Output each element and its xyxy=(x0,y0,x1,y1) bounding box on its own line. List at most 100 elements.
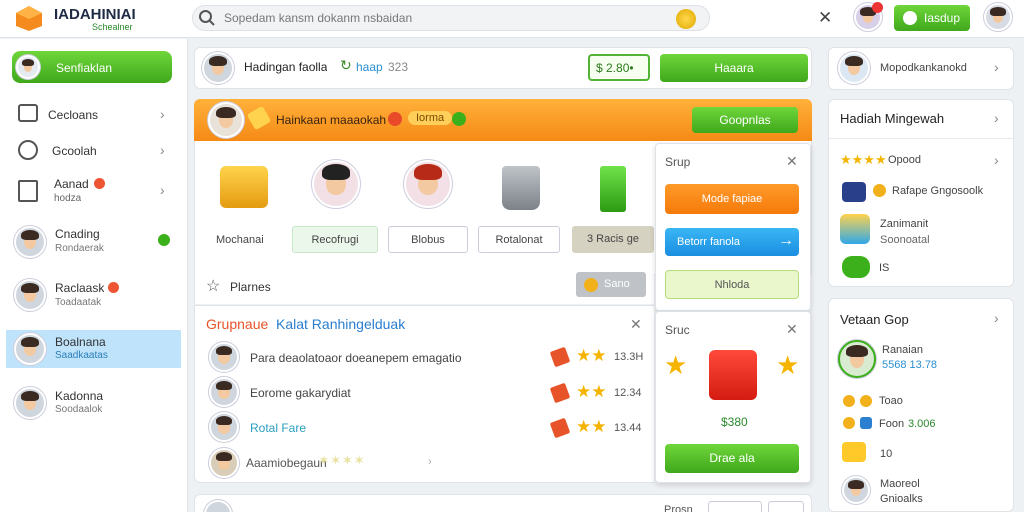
user-avatar[interactable] xyxy=(984,3,1012,31)
row-text: Aaamiobegaun xyxy=(246,456,327,470)
group-user-score: 5568 13.78 xyxy=(882,359,938,371)
bottom-button[interactable] xyxy=(708,501,762,512)
close-icon[interactable]: ✕ xyxy=(786,321,798,338)
close-icon[interactable]: ✕ xyxy=(630,316,642,333)
chevron-right-icon[interactable]: › xyxy=(160,106,165,122)
group-item-label: Foon xyxy=(879,418,905,430)
stars-icon: ★★ xyxy=(576,382,607,401)
user-sub: Toadaatak xyxy=(55,297,102,308)
players-icon: ☆ xyxy=(206,278,221,295)
plus-icon[interactable] xyxy=(388,112,402,126)
close-icon[interactable]: ✕ xyxy=(786,153,798,170)
item-label[interactable]: Blobus xyxy=(388,226,468,253)
row-score: 13.3H xyxy=(614,351,644,363)
weekly-item-label[interactable]: Opood xyxy=(888,154,921,166)
menu-icon-cards xyxy=(18,104,38,122)
weekly-item-label[interactable]: Rafape Gngosoolk xyxy=(892,185,983,197)
menu-item-label[interactable]: Gcoolah xyxy=(52,144,97,158)
coin-icon xyxy=(843,417,855,429)
top-bar-action-button[interactable]: Haaara xyxy=(660,54,808,82)
coin-icon xyxy=(584,278,598,292)
notification-badge xyxy=(872,2,883,13)
chevron-right-icon[interactable]: › xyxy=(994,59,999,75)
user-sub: Soodaalok xyxy=(55,404,103,415)
group-item-label: 10 xyxy=(880,448,893,460)
coin-icon[interactable] xyxy=(676,9,696,29)
banner-action-button[interactable]: Goopnlas xyxy=(692,107,798,133)
coin-icon xyxy=(873,184,886,197)
logo-icon xyxy=(14,4,44,32)
popup-button-orange[interactable]: Mode fapiae xyxy=(665,184,799,214)
group-item-value: Gnioalks xyxy=(880,493,923,505)
item-label[interactable]: 3 Racis ge xyxy=(572,226,654,253)
stars-icon: ★★ xyxy=(576,346,607,365)
row-score: 13.44 xyxy=(614,422,642,434)
coin-icon xyxy=(843,395,855,407)
popup-title: Srup xyxy=(665,155,691,169)
row-text: Para deaolatoaor doeanepem emagatio xyxy=(250,351,462,365)
row-text: Eorome gakarydiat xyxy=(250,386,351,400)
green-block-icon xyxy=(600,166,626,212)
popup-confirm-button[interactable]: Drae ala xyxy=(665,444,799,473)
chevron-right-icon[interactable]: › xyxy=(994,152,999,168)
search-input[interactable]: Sopedam kansm dokanm nsbaidan xyxy=(224,11,664,25)
user-avatar xyxy=(14,387,46,419)
right-top-avatar xyxy=(838,52,870,84)
popup-title: Sruc xyxy=(665,323,690,337)
tools-icon[interactable]: ✕ xyxy=(818,8,832,28)
refresh-icon[interactable]: ↻ xyxy=(340,57,352,74)
chevron-right-icon[interactable]: › xyxy=(994,110,999,126)
right-top-label: Mopodkankanokd xyxy=(880,62,967,74)
coin-icon xyxy=(860,395,872,407)
play-label: Iasdup xyxy=(924,11,961,25)
group-title-b: Kalat Ranhingelduak xyxy=(276,316,406,332)
weekly-item-sub: Soonoatal xyxy=(880,234,930,246)
item-label[interactable]: Rotalonat xyxy=(478,226,560,253)
top-bar-avatar xyxy=(202,52,234,84)
row-avatar xyxy=(209,412,239,442)
item-label[interactable]: Recofrugi xyxy=(292,226,378,253)
chevron-right-icon[interactable]: › xyxy=(994,310,999,326)
banner-avatar xyxy=(208,102,244,138)
menu-item-label[interactable]: Aanad xyxy=(54,177,89,191)
menu-icon-circle xyxy=(18,140,38,160)
chevron-right-icon[interactable]: › xyxy=(160,182,165,198)
row-faded-stars-icon: ✶✶✶✶ xyxy=(318,452,365,468)
item-label[interactable]: Mochanai xyxy=(216,234,264,246)
rewards-icon xyxy=(840,214,870,244)
group-item-label: Toao xyxy=(879,395,903,407)
row-score: 12.34 xyxy=(614,387,642,399)
check-icon xyxy=(452,112,466,126)
weekly-item-label[interactable]: Zanimanit xyxy=(880,218,928,230)
menu-item-sub: hodza xyxy=(54,193,82,204)
treasure-box-icon[interactable] xyxy=(709,350,757,400)
brand-sub: Schealner xyxy=(92,22,133,32)
bottom-button[interactable] xyxy=(768,501,804,512)
row-avatar xyxy=(209,377,239,407)
user-name: Boalnana xyxy=(55,335,106,349)
chevron-right-icon[interactable]: › xyxy=(428,456,432,468)
top-bar-tag-num: 323 xyxy=(388,60,409,74)
search-icon xyxy=(198,9,216,27)
brand-name: IADAHINIAI xyxy=(54,6,136,23)
group-side-title: Vetaan Gop xyxy=(840,312,909,327)
gold-icon xyxy=(220,166,268,208)
alert-icon xyxy=(108,282,119,293)
group-user-avatar xyxy=(838,340,876,378)
row-text: Rotal Fare xyxy=(250,421,307,435)
popup-button-light[interactable]: Nhloda xyxy=(665,270,799,299)
user-avatar xyxy=(14,279,46,311)
menu-item-label[interactable]: Cecloans xyxy=(48,108,98,122)
online-icon xyxy=(158,234,170,246)
badge-icon xyxy=(842,182,866,202)
primary-button-label: Senfiaklan xyxy=(56,61,113,75)
user-avatar xyxy=(14,226,46,258)
popup-amount: $380 xyxy=(721,415,748,429)
menu-icon-edit xyxy=(18,180,38,202)
arrow-right-icon: → xyxy=(778,232,794,249)
bottom-label: Prosn xyxy=(664,504,693,512)
chevron-right-icon[interactable]: › xyxy=(160,142,165,158)
weekly-item-label[interactable]: IS xyxy=(879,262,889,274)
user-name: Cnading xyxy=(55,227,100,241)
banner-title: Hainkaan maaaokah xyxy=(276,113,387,127)
